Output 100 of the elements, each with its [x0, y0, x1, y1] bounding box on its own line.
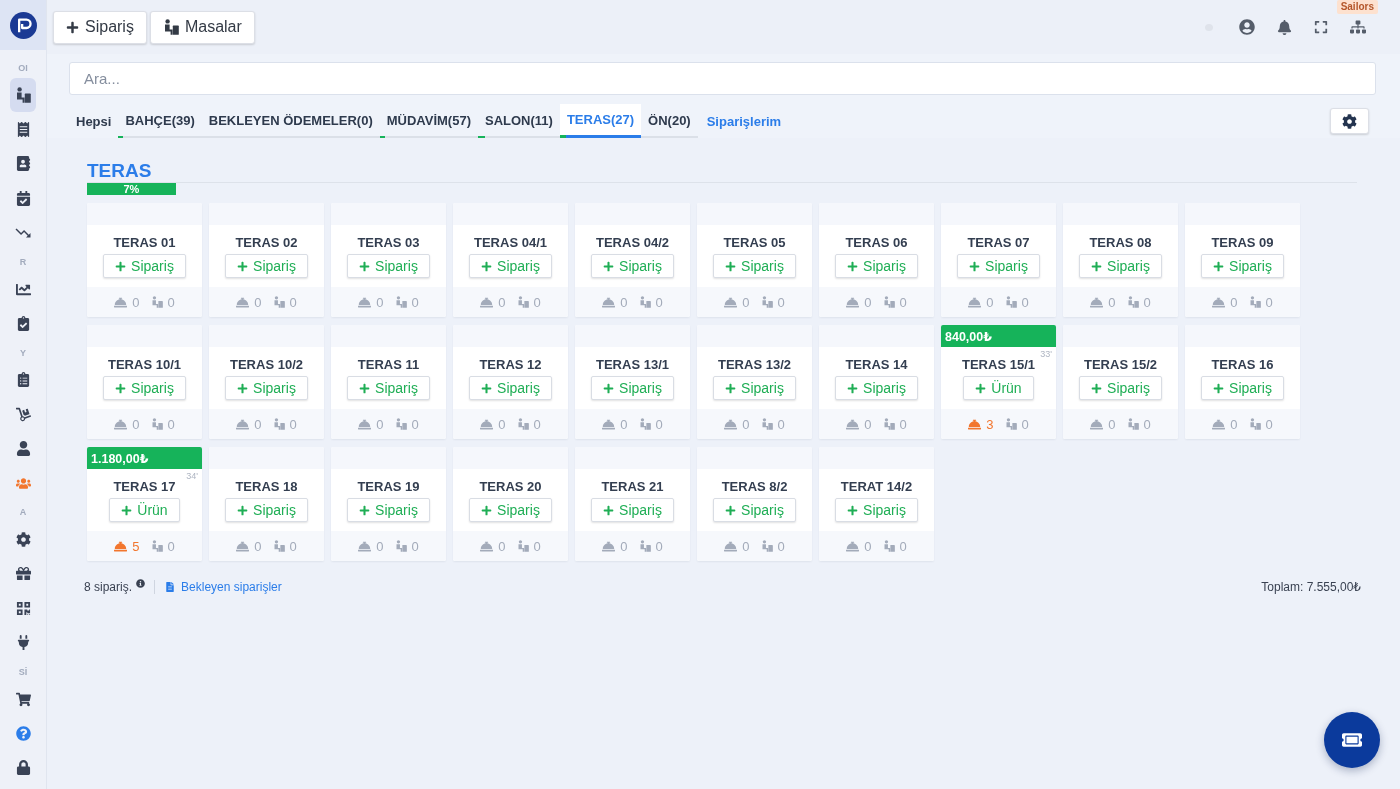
plus-icon — [1091, 260, 1103, 272]
person-at-table-icon — [516, 418, 529, 430]
guest-count: 0 — [167, 538, 175, 554]
guest-count: 0 — [1021, 294, 1029, 310]
table-card[interactable]: TERAS 03 Sipariş 0 0 — [331, 203, 446, 317]
sitemap-button[interactable] — [1350, 19, 1366, 35]
person-at-table-icon — [272, 296, 285, 308]
person-at-table-icon — [1126, 296, 1139, 308]
guest-count: 0 — [411, 538, 419, 554]
service-bell-icon — [236, 295, 250, 309]
table-card[interactable]: TERAS 02 Sipariş 0 0 — [209, 203, 324, 317]
sidebar-item[interactable] — [10, 78, 36, 113]
table-card[interactable]: TERAS 10/1 Sipariş 0 0 — [87, 325, 202, 439]
pending-orders-link[interactable]: Bekleyen siparişler — [165, 580, 282, 594]
settings-button[interactable] — [1330, 108, 1369, 134]
elapsed-time: 34' — [186, 471, 198, 481]
filter-tab[interactable]: MÜDAVİM(57) — [379, 104, 478, 138]
my-orders-link[interactable]: Siparişlerim — [706, 104, 782, 138]
profile-button[interactable] — [1239, 19, 1255, 35]
table-card[interactable]: TERAS 08 Sipariş 0 0 — [1063, 203, 1178, 317]
sidebar-section-label: A — [19, 506, 27, 520]
table-name: TERAS 06 — [845, 234, 908, 251]
table-name: TERAS 19 — [357, 478, 420, 495]
plus-icon — [969, 260, 981, 272]
person-at-table-icon — [882, 540, 895, 552]
person-at-table-icon — [394, 296, 407, 308]
person-at-table-icon — [882, 418, 895, 430]
table-name: TERAS 02 — [235, 234, 298, 251]
table-card[interactable]: TERAS 19 Sipariş 0 0 — [331, 447, 446, 561]
total-amount: Toplam: 7.555,00₺ — [1261, 580, 1361, 594]
sidebar-section-label: Sİ — [18, 665, 28, 679]
table-card[interactable]: TERAS 21 Sipariş 0 0 — [575, 447, 690, 561]
plus-icon — [359, 382, 371, 394]
table-card[interactable]: TERAS 16 Sipariş 0 0 — [1185, 325, 1300, 439]
new-order-button[interactable]: Sipariş — [53, 10, 147, 44]
order-count-text: 8 sipariş. — [84, 580, 133, 594]
table-card[interactable]: TERAS 07 Sipariş 0 0 — [941, 203, 1056, 317]
table-card[interactable]: TERAS 18 Sipariş 0 0 — [209, 447, 324, 561]
order-count: 0 — [132, 294, 140, 310]
service-bell-icon — [1090, 295, 1104, 309]
person-at-table-icon — [516, 540, 529, 552]
table-card[interactable]: TERAS 12 Sipariş 0 0 — [453, 325, 568, 439]
table-card[interactable]: TERAS 09 Sipariş 0 0 — [1185, 203, 1300, 317]
table-card[interactable]: 840,00₺ 33' TERAS 15/1 Ürün 3 0 — [941, 325, 1056, 439]
table-card[interactable]: TERAS 04/2 Sipariş 0 0 — [575, 203, 690, 317]
service-bell-icon — [480, 417, 494, 431]
filter-tab[interactable]: Hepsi — [69, 104, 119, 138]
table-name: TERAS 18 — [235, 478, 298, 495]
person-at-table-icon — [760, 540, 773, 552]
search-field[interactable]: Ara... — [69, 62, 1376, 95]
table-card[interactable]: TERAS 06 Sipariş 0 0 — [819, 203, 934, 317]
order-count: 0 — [498, 294, 506, 310]
table-card[interactable]: TERAS 05 Sipariş 0 0 — [697, 203, 812, 317]
service-bell-icon — [724, 295, 738, 309]
filter-tab[interactable]: ÖN(20) — [641, 104, 698, 138]
table-name: TERAS 10/2 — [230, 356, 303, 373]
service-bell-icon — [480, 295, 494, 309]
tables-button[interactable]: Masalar — [149, 10, 255, 44]
notifications-button[interactable] — [1277, 19, 1292, 35]
fullscreen-button[interactable] — [1314, 20, 1328, 34]
order-count: 0 — [1230, 416, 1238, 432]
table-card[interactable]: TERAS 13/1 Sipariş 0 0 — [575, 325, 690, 439]
order-count: 0 — [742, 294, 750, 310]
order-count: 3 — [986, 416, 994, 432]
table-card[interactable]: TERAS 01 Sipariş 0 0 — [87, 203, 202, 317]
table-card[interactable]: TERAS 11 Sipariş 0 0 — [331, 325, 446, 439]
order-count: 0 — [1108, 416, 1116, 432]
guest-count: 0 — [899, 538, 907, 554]
service-bell-icon — [114, 417, 128, 431]
table-card[interactable]: TERAS 15/2 Sipariş 0 0 — [1063, 325, 1178, 439]
filter-tab[interactable]: BEKLEYEN ÖDEMELER(0) — [201, 104, 380, 138]
service-bell-icon — [236, 417, 250, 431]
table-card[interactable]: TERAS 10/2 Sipariş 0 0 — [209, 325, 324, 439]
filter-tab[interactable]: TERAS(27) — [559, 104, 642, 138]
table-card[interactable]: TERAS 14 Sipariş 0 0 — [819, 325, 934, 439]
table-card[interactable]: TERAS 20 Sipariş 0 0 — [453, 447, 568, 561]
sitemap-icon — [1350, 19, 1366, 35]
filter-tab[interactable]: SALON(11) — [478, 104, 560, 138]
table-name: TERAS 20 — [479, 478, 542, 495]
order-count: 0 — [498, 538, 506, 554]
plus-icon — [847, 382, 859, 394]
plus-icon — [237, 504, 249, 516]
plus-icon — [1091, 382, 1103, 394]
filter-tab[interactable]: BAHÇE(39) — [118, 104, 202, 138]
person-at-table-icon — [1126, 418, 1139, 430]
person-at-table-icon — [1004, 418, 1017, 430]
guest-count: 0 — [289, 294, 297, 310]
plus-icon — [481, 382, 493, 394]
table-card[interactable]: 1.180,00₺ 34' TERAS 17 Ürün 5 0 — [87, 447, 202, 561]
table-card[interactable]: TERAT 14/2 Sipariş 0 0 — [819, 447, 934, 561]
table-card[interactable]: TERAS 13/2 Sipariş 0 0 — [697, 325, 812, 439]
order-count: 0 — [498, 416, 506, 432]
order-count: 0 — [1230, 294, 1238, 310]
guest-count: 0 — [899, 294, 907, 310]
table-card[interactable]: TERAS 04/1 Sipariş 0 0 — [453, 203, 568, 317]
person-at-table-icon — [760, 418, 773, 430]
table-card[interactable]: TERAS 8/2 Sipariş 0 0 — [697, 447, 812, 561]
guest-count: 0 — [1143, 294, 1151, 310]
order-count: 0 — [132, 416, 140, 432]
person-at-table-icon — [638, 418, 651, 430]
